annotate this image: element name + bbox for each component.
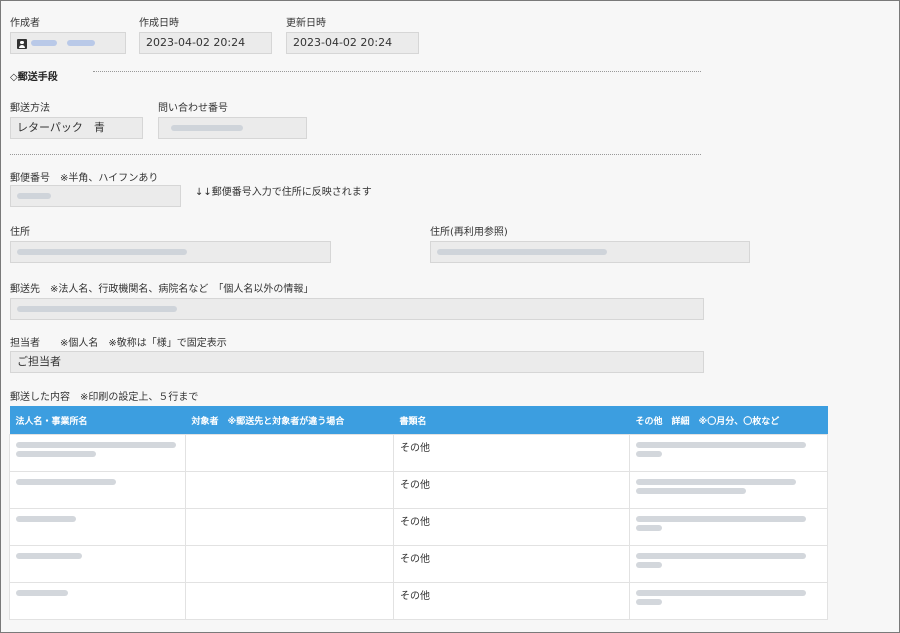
- col-company: 法人名・事業所名: [9, 406, 186, 435]
- address-redacted: [17, 249, 187, 255]
- contents-table: 法人名・事業所名 対象者 ※郵送先と対象者が違う場合 書類名 その他 詳細 ※〇…: [9, 406, 828, 620]
- table-row: その他: [9, 508, 828, 546]
- address-reuse-redacted: [437, 249, 607, 255]
- postal-label: 郵便番号 ※半角、ハイフンあり: [10, 173, 159, 184]
- col-document: 書類名: [393, 406, 630, 435]
- cell-company[interactable]: [9, 434, 186, 472]
- postal-redacted: [17, 193, 51, 199]
- company-redacted: [16, 479, 116, 485]
- table-row: その他: [9, 545, 828, 583]
- detail-redacted-2: [636, 488, 746, 494]
- table-header-row: 法人名・事業所名 対象者 ※郵送先と対象者が違う場合 書類名 その他 詳細 ※〇…: [9, 406, 828, 435]
- cell-company[interactable]: [9, 471, 186, 509]
- contents-label: 郵送した内容 ※印刷の設定上、５行まで: [10, 392, 199, 403]
- company-redacted: [16, 516, 76, 522]
- cell-target[interactable]: [185, 471, 394, 509]
- company-redacted: [16, 553, 82, 559]
- detail-redacted: [636, 479, 796, 485]
- user-icon: [17, 39, 27, 49]
- inquiry-redacted: [171, 125, 243, 131]
- record-form: 作成者 作成日時 2023-04-02 20:24 更新日時 2023-04-0…: [0, 0, 900, 633]
- company-redacted-2: [16, 451, 96, 457]
- creator-name-redacted-2: [66, 40, 95, 46]
- col-target: 対象者 ※郵送先と対象者が違う場合: [185, 406, 394, 435]
- postal-hint: ↓↓郵便番号入力で住所に反映されます: [195, 187, 372, 198]
- cell-detail[interactable]: [629, 471, 828, 509]
- creator-name-redacted: [31, 40, 57, 46]
- detail-redacted-2: [636, 562, 662, 568]
- company-redacted: [16, 442, 176, 448]
- creator-label: 作成者: [10, 18, 40, 29]
- created-field: 2023-04-02 20:24: [139, 32, 272, 54]
- cell-detail[interactable]: [629, 545, 828, 583]
- recipient-field[interactable]: [10, 298, 704, 320]
- table-row: その他: [9, 582, 828, 620]
- cell-company[interactable]: [9, 582, 186, 620]
- contact-field[interactable]: ご担当者: [10, 351, 704, 373]
- inquiry-field[interactable]: [158, 117, 307, 139]
- detail-redacted-2: [636, 599, 662, 605]
- cell-target[interactable]: [185, 508, 394, 546]
- cell-target[interactable]: [185, 545, 394, 583]
- detail-redacted: [636, 590, 806, 596]
- postal-field[interactable]: [10, 185, 181, 207]
- cell-company[interactable]: [9, 508, 186, 546]
- contact-label: 担当者 ※個人名 ※敬称は「様」で固定表示: [10, 338, 227, 349]
- section-divider: [93, 71, 701, 72]
- table-row: その他: [9, 434, 828, 472]
- company-redacted: [16, 590, 68, 596]
- cell-detail[interactable]: [629, 582, 828, 620]
- detail-redacted-2: [636, 451, 662, 457]
- detail-redacted-2: [636, 525, 662, 531]
- updated-field: 2023-04-02 20:24: [286, 32, 419, 54]
- cell-document[interactable]: その他: [393, 545, 630, 583]
- cell-detail[interactable]: [629, 434, 828, 472]
- address-field[interactable]: [10, 241, 331, 263]
- divider: [10, 154, 701, 155]
- detail-redacted: [636, 442, 806, 448]
- cell-company[interactable]: [9, 545, 186, 583]
- cell-target[interactable]: [185, 582, 394, 620]
- address-reuse-label: 住所(再利用参照): [430, 227, 508, 238]
- cell-detail[interactable]: [629, 508, 828, 546]
- section-title: ◇郵送手段: [10, 72, 58, 83]
- created-label: 作成日時: [139, 18, 179, 29]
- cell-document[interactable]: その他: [393, 471, 630, 509]
- detail-redacted: [636, 553, 806, 559]
- detail-redacted: [636, 516, 806, 522]
- creator-field: [10, 32, 126, 54]
- cell-document[interactable]: その他: [393, 582, 630, 620]
- cell-document[interactable]: その他: [393, 508, 630, 546]
- table-row: その他: [9, 471, 828, 509]
- method-label: 郵送方法: [10, 103, 50, 114]
- col-detail: その他 詳細 ※〇月分、〇枚など: [629, 406, 828, 435]
- address-reuse-field: [430, 241, 750, 263]
- inquiry-label: 問い合わせ番号: [158, 103, 228, 114]
- recipient-label: 郵送先 ※法人名、行政機関名、病院名など 「個人名以外の情報」: [10, 284, 314, 295]
- cell-document[interactable]: その他: [393, 434, 630, 472]
- updated-label: 更新日時: [286, 18, 326, 29]
- method-field[interactable]: レターパック 青: [10, 117, 143, 139]
- cell-target[interactable]: [185, 434, 394, 472]
- address-label: 住所: [10, 227, 30, 238]
- recipient-redacted: [17, 306, 177, 312]
